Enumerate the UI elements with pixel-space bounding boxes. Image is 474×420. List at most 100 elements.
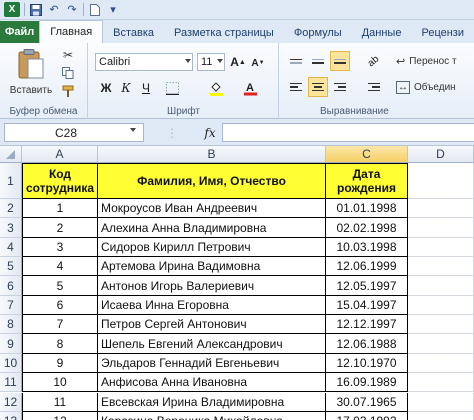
empty-cell[interactable]	[408, 315, 474, 335]
font-size-select[interactable]: 11	[197, 53, 225, 71]
row-header[interactable]: 12	[0, 392, 22, 412]
cell-birth-date[interactable]: 16.09.1989	[326, 373, 408, 393]
cell-employee-name[interactable]: Исаева Инна Егоровна	[98, 295, 326, 316]
tab-page-layout[interactable]: Разметка страницы	[164, 22, 284, 43]
empty-cell[interactable]	[408, 199, 474, 219]
header-cell-birthdate[interactable]: Дата рождения	[326, 163, 408, 199]
align-left-icon[interactable]	[286, 77, 306, 97]
redo-icon[interactable]: ↷	[65, 3, 79, 17]
cell-employee-code[interactable]: 9	[22, 353, 98, 374]
cell-employee-name[interactable]: Мокроусов Иван Андреевич	[98, 199, 326, 219]
row-header[interactable]: 8	[0, 315, 22, 335]
cell-birth-date[interactable]: 02.02.1998	[326, 218, 408, 238]
tab-file[interactable]: Файл	[0, 21, 40, 43]
cell-employee-code[interactable]: 6	[22, 295, 98, 316]
cell-employee-code[interactable]: 7	[22, 315, 98, 335]
cell-birth-date[interactable]: 10.03.1998	[326, 237, 408, 258]
column-header-a[interactable]: A	[22, 146, 98, 163]
cell-employee-code[interactable]: 12	[22, 411, 98, 420]
decrease-font-icon[interactable]: A ▼	[249, 54, 267, 72]
cell-employee-name[interactable]: Сидоров Кирилл Петрович	[98, 237, 326, 258]
header-cell-fio[interactable]: Фамилия, Имя, Отчество	[98, 163, 326, 199]
tab-review[interactable]: Рецензи	[411, 22, 474, 43]
cell-birth-date[interactable]: 12.06.1999	[326, 257, 408, 277]
cell-employee-name[interactable]: Артемова Ирина Вадимовна	[98, 257, 326, 277]
paste-button-label[interactable]: Вставить	[6, 83, 56, 97]
empty-cell[interactable]	[408, 237, 474, 258]
cell-birth-date[interactable]: 01.01.1998	[326, 199, 408, 219]
cell-employee-code[interactable]: 10	[22, 373, 98, 393]
formula-input[interactable]	[222, 123, 474, 142]
formula-bar-resize-handle[interactable]: ⋮	[150, 123, 194, 142]
merge-center-button[interactable]: ↔ Объедин	[396, 79, 474, 95]
cell-employee-name[interactable]: Петров Сергей Антонович	[98, 315, 326, 335]
font-color-icon[interactable]: A	[241, 79, 259, 97]
empty-cell[interactable]	[408, 276, 474, 296]
row-header[interactable]: 13	[0, 411, 22, 420]
column-header-c[interactable]: C	[326, 146, 408, 163]
tab-data[interactable]: Данные	[352, 22, 412, 43]
empty-cell[interactable]	[408, 257, 474, 277]
empty-cell[interactable]	[408, 373, 474, 393]
wrap-text-button[interactable]: ↩ Перенос т	[396, 53, 474, 69]
orientation-icon[interactable]: ab	[364, 51, 384, 71]
cell-employee-code[interactable]: 1	[22, 199, 98, 219]
italic-button[interactable]: К	[117, 79, 135, 97]
align-center-icon[interactable]	[308, 77, 328, 97]
align-top-icon[interactable]	[286, 51, 306, 71]
cell-birth-date[interactable]: 12.06.1988	[326, 334, 408, 354]
copy-icon[interactable]	[60, 65, 76, 81]
borders-icon[interactable]	[163, 79, 181, 97]
align-middle-icon[interactable]	[308, 51, 328, 71]
cell-employee-code[interactable]: 4	[22, 257, 98, 277]
undo-icon[interactable]: ↶	[47, 3, 61, 17]
cell-birth-date[interactable]: 17.03.1992	[326, 411, 408, 420]
select-all-corner[interactable]	[0, 146, 22, 163]
cell-birth-date[interactable]: 12.05.1997	[326, 276, 408, 296]
align-right-icon[interactable]	[330, 77, 350, 97]
chevron-down-icon[interactable]	[130, 128, 136, 132]
row-header[interactable]: 6	[0, 276, 22, 296]
name-box[interactable]: C28	[4, 123, 144, 142]
bold-button[interactable]: Ж	[97, 79, 115, 97]
row-header[interactable]: 1	[0, 163, 22, 199]
row-header[interactable]: 4	[0, 237, 22, 258]
tab-insert[interactable]: Вставка	[103, 22, 164, 43]
align-bottom-icon[interactable]	[330, 51, 350, 71]
cell-birth-date[interactable]: 15.04.1997	[326, 295, 408, 316]
empty-cell[interactable]	[408, 334, 474, 354]
cell-employee-name[interactable]: Эльдаров Геннадий Евгеньевич	[98, 353, 326, 374]
row-header[interactable]: 11	[0, 373, 22, 393]
cell-employee-name[interactable]: Каразина Вероника Михайловна	[98, 411, 326, 420]
customize-icon[interactable]: ▾	[106, 3, 120, 17]
cell-employee-code[interactable]: 3	[22, 237, 98, 258]
empty-cell[interactable]	[408, 411, 474, 420]
cell-employee-code[interactable]: 2	[22, 218, 98, 238]
cell-employee-name[interactable]: Анфисова Анна Ивановна	[98, 373, 326, 393]
font-name-select[interactable]: Calibri	[95, 53, 193, 71]
cut-icon[interactable]: ✂	[60, 47, 76, 63]
row-header[interactable]: 9	[0, 334, 22, 354]
cell-employee-name[interactable]: Евсевская Ирина Владимировна	[98, 392, 326, 412]
cell-employee-name[interactable]: Алехина Анна Владимировна	[98, 218, 326, 238]
increase-font-icon[interactable]: A ▲	[229, 53, 247, 71]
tab-home[interactable]: Главная	[39, 20, 104, 43]
empty-cell[interactable]	[408, 163, 474, 199]
underline-button[interactable]: Ч	[137, 79, 155, 97]
fill-color-icon[interactable]	[207, 79, 225, 97]
cell-birth-date[interactable]: 12.12.1997	[326, 315, 408, 335]
empty-cell[interactable]	[408, 392, 474, 412]
cell-employee-name[interactable]: Шепель Евгений Александрович	[98, 334, 326, 354]
cell-employee-code[interactable]: 8	[22, 334, 98, 354]
column-header-b[interactable]: B	[98, 146, 326, 163]
cell-birth-date[interactable]: 12.10.1970	[326, 353, 408, 374]
format-painter-icon[interactable]	[60, 83, 76, 99]
paste-icon[interactable]	[14, 47, 48, 81]
empty-cell[interactable]	[408, 295, 474, 316]
empty-cell[interactable]	[408, 218, 474, 238]
tab-formulas[interactable]: Формулы	[284, 22, 352, 43]
indent-icon[interactable]	[364, 77, 384, 97]
cell-employee-code[interactable]: 11	[22, 392, 98, 412]
cell-employee-code[interactable]: 5	[22, 276, 98, 296]
save-icon[interactable]	[29, 3, 43, 17]
